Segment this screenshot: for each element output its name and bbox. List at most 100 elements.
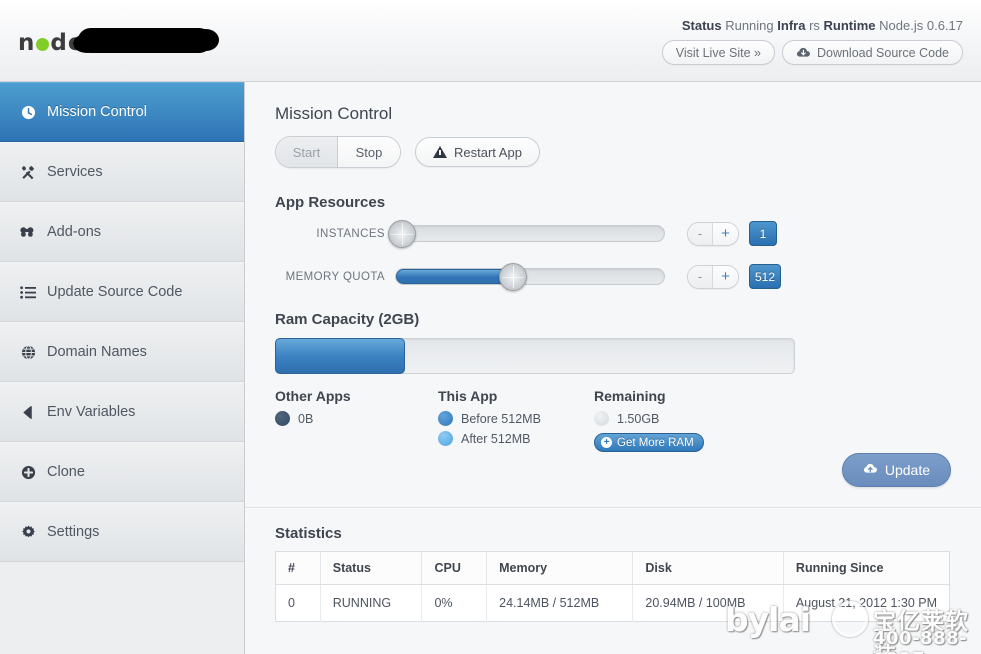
legend-entry: After 512MB	[438, 431, 594, 446]
plus-circle-icon: +	[601, 437, 612, 448]
infra-value: rs	[809, 18, 820, 33]
plus-circle-icon	[18, 465, 38, 480]
instances-increment-button[interactable]: +	[713, 223, 738, 245]
instances-row: INSTANCES - + 1	[275, 221, 981, 246]
memory-quota-slider[interactable]	[395, 268, 665, 285]
table-header-row: # Status CPU Memory Disk Running Since	[276, 552, 950, 585]
legend-title: Remaining	[594, 388, 704, 404]
app-root: ndejs dflare Status Running Infra rs Run…	[0, 0, 981, 654]
sidebar-item-label: Add-ons	[47, 224, 101, 240]
logo-dot-o	[36, 38, 49, 51]
cell-index: 0	[276, 585, 321, 622]
legend-entry-label: 1.50GB	[617, 412, 659, 426]
cell-running-since: August 21, 2012 1:30 PM	[783, 585, 949, 622]
legend-entry: 0B	[275, 411, 438, 426]
sidebar-item-clone[interactable]: Clone	[0, 442, 244, 502]
infra-label: Infra	[777, 18, 805, 33]
sidebar-empty-area	[0, 562, 244, 654]
sidebar-item-label: Env Variables	[47, 404, 135, 420]
top-bar: ndejs dflare Status Running Infra rs Run…	[0, 0, 981, 82]
column-header-status: Status	[320, 552, 422, 585]
legend-this-app: This App Before 512MB After 512MB	[438, 388, 594, 452]
sidebar-item-mission-control[interactable]: Mission Control	[0, 82, 244, 142]
instances-slider[interactable]	[395, 225, 665, 242]
memory-quota-slider-knob[interactable]	[499, 263, 527, 291]
top-buttons: Visit Live Site » Download Source Code	[662, 40, 963, 65]
memory-quota-stepper[interactable]: - +	[687, 265, 739, 289]
column-header-memory: Memory	[487, 552, 633, 585]
memory-quota-increment-button[interactable]: +	[713, 266, 738, 288]
sidebar-item-services[interactable]: Services	[0, 142, 244, 202]
globe-icon	[18, 345, 38, 360]
memory-quota-decrement-button[interactable]: -	[688, 266, 713, 288]
cell-cpu: 0%	[422, 585, 487, 622]
legend-color-dot	[438, 431, 453, 446]
sidebar-item-domain-names[interactable]: Domain Names	[0, 322, 244, 382]
stop-button[interactable]: Stop	[338, 137, 400, 167]
mission-control-panel: Mission Control Start Stop Restart App A…	[245, 82, 981, 509]
statistics-table: # Status CPU Memory Disk Running Since 0…	[275, 551, 950, 622]
column-header-disk: Disk	[633, 552, 784, 585]
legend-title: Other Apps	[275, 388, 438, 404]
sidebar-item-settings[interactable]: Settings	[0, 502, 244, 562]
app-resources-heading: App Resources	[275, 194, 981, 211]
memory-quota-slider-fill	[396, 269, 511, 284]
logo-letter-d: d	[50, 30, 67, 56]
tools-icon	[18, 165, 38, 180]
sidebar-item-label: Services	[47, 164, 103, 180]
sidebar-item-add-ons[interactable]: Add-ons	[0, 202, 244, 262]
table-row: 0 RUNNING 0% 24.14MB / 512MB 20.94MB / 1…	[276, 585, 950, 622]
update-button-label: Update	[885, 462, 930, 478]
cell-memory: 24.14MB / 512MB	[487, 585, 633, 622]
column-header-cpu: CPU	[422, 552, 487, 585]
visit-live-site-label: Visit Live Site »	[676, 46, 761, 60]
puzzle-icon	[18, 227, 38, 237]
instances-decrement-button[interactable]: -	[688, 223, 713, 245]
cell-disk: 20.94MB / 100MB	[633, 585, 784, 622]
restart-app-label: Restart App	[454, 145, 522, 160]
memory-quota-value: 512	[749, 264, 781, 289]
ram-capacity-bar	[275, 338, 795, 374]
sidebar-item-update-source-code[interactable]: Update Source Code	[0, 262, 244, 322]
cloud-download-icon	[796, 47, 811, 58]
sidebar-item-label: Settings	[47, 524, 99, 540]
memory-quota-label: MEMORY QUOTA	[275, 271, 395, 283]
column-header-index: #	[276, 552, 321, 585]
gear-icon	[18, 525, 38, 540]
instances-slider-knob[interactable]	[388, 220, 416, 248]
get-more-ram-button[interactable]: + Get More RAM	[594, 433, 704, 452]
update-button[interactable]: Update	[842, 453, 951, 487]
legend-entry-label: 0B	[298, 412, 313, 426]
column-header-running-since: Running Since	[783, 552, 949, 585]
logo-letter-n: n	[18, 30, 35, 56]
legend-color-dot	[594, 411, 609, 426]
redaction-mark	[78, 28, 212, 53]
instances-stepper[interactable]: - +	[687, 222, 739, 246]
visit-live-site-button[interactable]: Visit Live Site »	[662, 40, 775, 65]
legend-color-dot	[438, 411, 453, 426]
page-title: Mission Control	[275, 104, 981, 124]
status-line: Status Running Infra rs Runtime Node.js …	[682, 18, 963, 33]
warning-triangle-icon	[433, 146, 447, 158]
app-control-buttons: Start Stop Restart App	[275, 136, 981, 168]
start-button[interactable]: Start	[276, 137, 338, 167]
legend-color-dot	[275, 411, 290, 426]
legend-entry-label: After 512MB	[461, 432, 530, 446]
ram-capacity-section: Ram Capacity (2GB) Other Apps 0B This Ap…	[275, 311, 981, 452]
restart-app-button[interactable]: Restart App	[415, 137, 540, 167]
chevron-left-icon	[18, 405, 38, 420]
memory-quota-row: MEMORY QUOTA - + 512	[275, 264, 981, 289]
section-divider	[245, 507, 981, 509]
cell-status: RUNNING	[320, 585, 422, 622]
app-resources-section: App Resources INSTANCES - + 1 MEMORY QUO…	[275, 194, 981, 289]
statistics-section: Statistics # Status CPU Memory Disk Runn…	[245, 509, 981, 622]
download-source-code-button[interactable]: Download Source Code	[782, 40, 963, 65]
sidebar-item-env-variables[interactable]: Env Variables	[0, 382, 244, 442]
legend-entry: Before 512MB	[438, 411, 594, 426]
sidebar-item-label: Clone	[47, 464, 85, 480]
legend-other-apps: Other Apps 0B	[275, 388, 438, 452]
sidebar-item-label: Mission Control	[47, 104, 147, 120]
main-content: Mission Control Start Stop Restart App A…	[245, 82, 981, 654]
start-stop-toggle[interactable]: Start Stop	[275, 136, 401, 168]
status-value: Running	[725, 18, 773, 33]
